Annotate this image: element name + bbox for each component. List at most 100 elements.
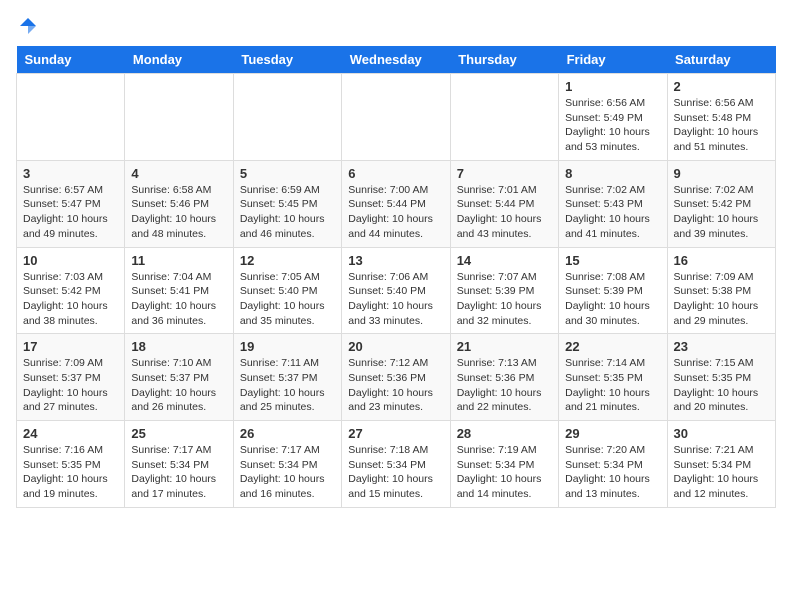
day-number: 9 — [674, 166, 769, 181]
page-header — [16, 16, 776, 36]
day-info: Sunrise: 7:09 AMSunset: 5:38 PMDaylight:… — [674, 270, 769, 329]
calendar-cell: 22 Sunrise: 7:14 AMSunset: 5:35 PMDayligh… — [559, 334, 667, 421]
weekday-header-sunday: Sunday — [17, 46, 125, 74]
calendar-cell: 10 Sunrise: 7:03 AMSunset: 5:42 PMDayligh… — [17, 247, 125, 334]
day-info: Sunrise: 7:04 AMSunset: 5:41 PMDaylight:… — [131, 270, 226, 329]
weekday-header-tuesday: Tuesday — [233, 46, 341, 74]
calendar-cell: 1 Sunrise: 6:56 AMSunset: 5:49 PMDaylight… — [559, 74, 667, 161]
day-info: Sunrise: 7:20 AMSunset: 5:34 PMDaylight:… — [565, 443, 660, 502]
calendar-cell: 30 Sunrise: 7:21 AMSunset: 5:34 PMDayligh… — [667, 421, 775, 508]
day-info: Sunrise: 7:09 AMSunset: 5:37 PMDaylight:… — [23, 356, 118, 415]
day-number: 6 — [348, 166, 443, 181]
day-info: Sunrise: 7:05 AMSunset: 5:40 PMDaylight:… — [240, 270, 335, 329]
day-info: Sunrise: 7:00 AMSunset: 5:44 PMDaylight:… — [348, 183, 443, 242]
day-info: Sunrise: 6:57 AMSunset: 5:47 PMDaylight:… — [23, 183, 118, 242]
day-number: 5 — [240, 166, 335, 181]
calendar-cell: 3 Sunrise: 6:57 AMSunset: 5:47 PMDaylight… — [17, 160, 125, 247]
day-number: 12 — [240, 253, 335, 268]
day-info: Sunrise: 7:06 AMSunset: 5:40 PMDaylight:… — [348, 270, 443, 329]
logo — [16, 16, 38, 36]
calendar-cell — [233, 74, 341, 161]
day-info: Sunrise: 7:12 AMSunset: 5:36 PMDaylight:… — [348, 356, 443, 415]
calendar-cell: 7Sunrise: 7:01 AMSunset: 5:44 PMDaylight… — [450, 160, 558, 247]
calendar-cell — [342, 74, 450, 161]
day-number: 21 — [457, 339, 552, 354]
day-info: Sunrise: 7:19 AMSunset: 5:34 PMDaylight:… — [457, 443, 552, 502]
calendar-cell: 21 Sunrise: 7:13 AMSunset: 5:36 PMDayligh… — [450, 334, 558, 421]
calendar-cell: 13 Sunrise: 7:06 AMSunset: 5:40 PMDayligh… — [342, 247, 450, 334]
calendar-cell: 11 Sunrise: 7:04 AMSunset: 5:41 PMDayligh… — [125, 247, 233, 334]
calendar-cell: 27 Sunrise: 7:18 AMSunset: 5:34 PMDayligh… — [342, 421, 450, 508]
day-number: 27 — [348, 426, 443, 441]
day-info: Sunrise: 7:11 AMSunset: 5:37 PMDaylight:… — [240, 356, 335, 415]
logo-icon — [18, 16, 38, 36]
day-number: 29 — [565, 426, 660, 441]
day-number: 25 — [131, 426, 226, 441]
calendar-cell: 8Sunrise: 7:02 AMSunset: 5:43 PMDaylight… — [559, 160, 667, 247]
calendar-cell — [125, 74, 233, 161]
day-number: 28 — [457, 426, 552, 441]
calendar-cell: 6 Sunrise: 7:00 AMSunset: 5:44 PMDaylight… — [342, 160, 450, 247]
weekday-header-thursday: Thursday — [450, 46, 558, 74]
day-number: 16 — [674, 253, 769, 268]
day-number: 2 — [674, 79, 769, 94]
weekday-header-monday: Monday — [125, 46, 233, 74]
calendar-cell: 26 Sunrise: 7:17 AMSunset: 5:34 PMDayligh… — [233, 421, 341, 508]
day-info: Sunrise: 6:56 AMSunset: 5:48 PMDaylight:… — [674, 96, 769, 155]
weekday-header-saturday: Saturday — [667, 46, 775, 74]
calendar-cell: 29 Sunrise: 7:20 AMSunset: 5:34 PMDayligh… — [559, 421, 667, 508]
day-info: Sunrise: 7:10 AMSunset: 5:37 PMDaylight:… — [131, 356, 226, 415]
calendar-cell: 24 Sunrise: 7:16 AMSunset: 5:35 PMDayligh… — [17, 421, 125, 508]
day-info: Sunrise: 7:18 AMSunset: 5:34 PMDaylight:… — [348, 443, 443, 502]
calendar-cell: 17 Sunrise: 7:09 AMSunset: 5:37 PMDayligh… — [17, 334, 125, 421]
day-info: Sunrise: 7:17 AMSunset: 5:34 PMDaylight:… — [131, 443, 226, 502]
calendar-cell: 19 Sunrise: 7:11 AMSunset: 5:37 PMDayligh… — [233, 334, 341, 421]
day-number: 14 — [457, 253, 552, 268]
day-number: 20 — [348, 339, 443, 354]
day-number: 10 — [23, 253, 118, 268]
day-number: 24 — [23, 426, 118, 441]
calendar-cell: 25 Sunrise: 7:17 AMSunset: 5:34 PMDayligh… — [125, 421, 233, 508]
day-number: 15 — [565, 253, 660, 268]
day-info: Sunrise: 7:15 AMSunset: 5:35 PMDaylight:… — [674, 356, 769, 415]
day-number: 17 — [23, 339, 118, 354]
day-info: Sunrise: 7:21 AMSunset: 5:34 PMDaylight:… — [674, 443, 769, 502]
calendar-table: SundayMondayTuesdayWednesdayThursdayFrid… — [16, 46, 776, 508]
day-number: 23 — [674, 339, 769, 354]
weekday-header-wednesday: Wednesday — [342, 46, 450, 74]
calendar-cell: 15Sunrise: 7:08 AMSunset: 5:39 PMDayligh… — [559, 247, 667, 334]
day-number: 22 — [565, 339, 660, 354]
day-info: Sunrise: 7:17 AMSunset: 5:34 PMDaylight:… — [240, 443, 335, 502]
calendar-cell: 28 Sunrise: 7:19 AMSunset: 5:34 PMDayligh… — [450, 421, 558, 508]
calendar-cell: 9 Sunrise: 7:02 AMSunset: 5:42 PMDaylight… — [667, 160, 775, 247]
day-info: Sunrise: 7:07 AMSunset: 5:39 PMDaylight:… — [457, 270, 552, 329]
day-number: 19 — [240, 339, 335, 354]
calendar-cell: 16 Sunrise: 7:09 AMSunset: 5:38 PMDayligh… — [667, 247, 775, 334]
calendar-cell: 5 Sunrise: 6:59 AMSunset: 5:45 PMDaylight… — [233, 160, 341, 247]
calendar-cell — [17, 74, 125, 161]
day-number: 4 — [131, 166, 226, 181]
day-number: 30 — [674, 426, 769, 441]
day-info: Sunrise: 7:13 AMSunset: 5:36 PMDaylight:… — [457, 356, 552, 415]
day-number: 18 — [131, 339, 226, 354]
calendar-cell: 2 Sunrise: 6:56 AMSunset: 5:48 PMDaylight… — [667, 74, 775, 161]
calendar-cell — [450, 74, 558, 161]
calendar-cell: 14 Sunrise: 7:07 AMSunset: 5:39 PMDayligh… — [450, 247, 558, 334]
calendar-cell: 20 Sunrise: 7:12 AMSunset: 5:36 PMDayligh… — [342, 334, 450, 421]
day-info: Sunrise: 6:59 AMSunset: 5:45 PMDaylight:… — [240, 183, 335, 242]
day-info: Sunrise: 7:14 AMSunset: 5:35 PMDaylight:… — [565, 356, 660, 415]
day-number: 1 — [565, 79, 660, 94]
day-info: Sunrise: 7:16 AMSunset: 5:35 PMDaylight:… — [23, 443, 118, 502]
weekday-header-friday: Friday — [559, 46, 667, 74]
day-number: 7 — [457, 166, 552, 181]
day-info: Sunrise: 7:02 AMSunset: 5:42 PMDaylight:… — [674, 183, 769, 242]
calendar-cell: 12 Sunrise: 7:05 AMSunset: 5:40 PMDayligh… — [233, 247, 341, 334]
day-number: 3 — [23, 166, 118, 181]
day-number: 11 — [131, 253, 226, 268]
day-info: Sunrise: 7:03 AMSunset: 5:42 PMDaylight:… — [23, 270, 118, 329]
day-number: 13 — [348, 253, 443, 268]
day-info: Sunrise: 7:02 AMSunset: 5:43 PMDaylight:… — [565, 183, 660, 242]
day-number: 26 — [240, 426, 335, 441]
day-info: Sunrise: 6:56 AMSunset: 5:49 PMDaylight:… — [565, 96, 660, 155]
calendar-cell: 18 Sunrise: 7:10 AMSunset: 5:37 PMDayligh… — [125, 334, 233, 421]
